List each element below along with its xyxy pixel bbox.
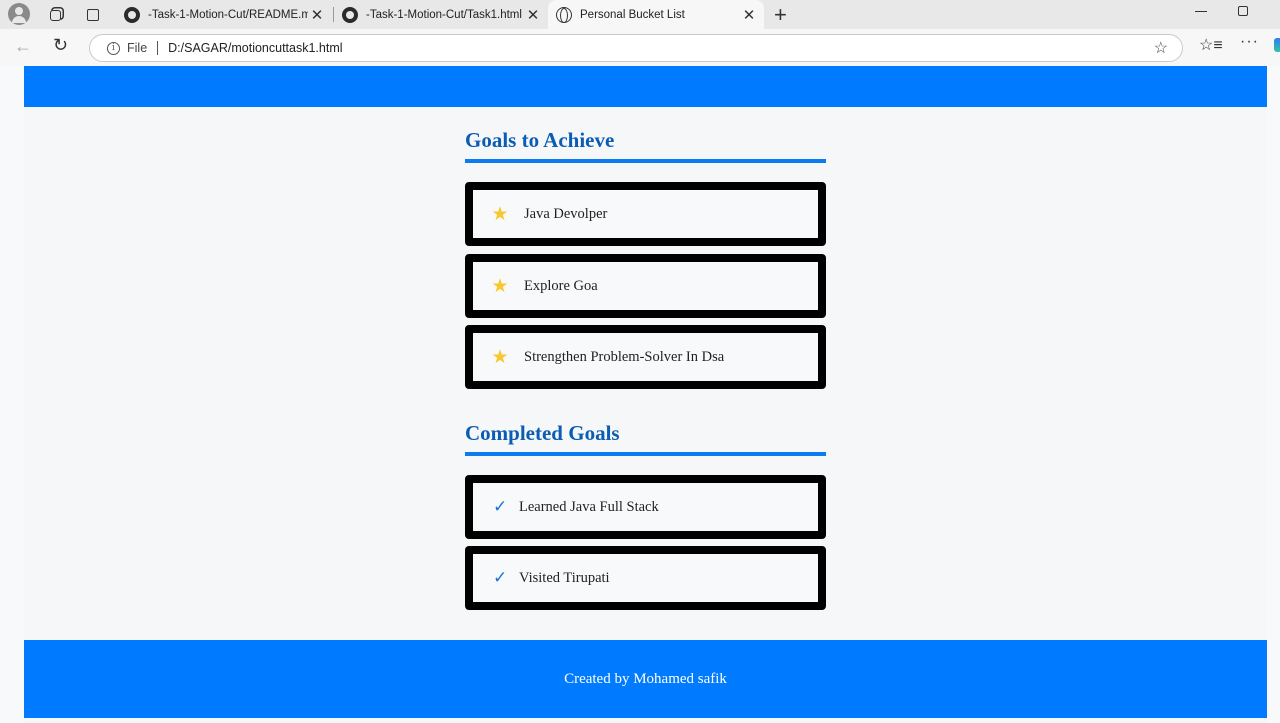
goals-section-title: Goals to Achieve (465, 128, 826, 163)
address-bar[interactable]: i File D:/SAGAR/motioncuttask1.html ☆ (89, 34, 1183, 62)
close-icon[interactable]: ✕ (524, 6, 542, 24)
star-icon: ★ (491, 203, 509, 225)
completed-goal-label: Learned Java Full Stack (519, 498, 659, 515)
scheme-label: File (127, 41, 148, 55)
url-divider (157, 41, 159, 55)
star-icon: ★ (491, 346, 509, 368)
minimize-icon[interactable] (1195, 11, 1207, 12)
more-options-icon[interactable]: ··· (1240, 33, 1259, 51)
new-tab-button[interactable]: + (774, 2, 787, 28)
goal-item[interactable]: ★ Explore Goa (465, 254, 826, 318)
tab-title: Personal Bucket List (580, 8, 685, 21)
completed-goal-item[interactable]: ✓ Visited Tirupati (465, 546, 826, 610)
check-icon: ✓ (493, 567, 508, 588)
github-icon (342, 6, 358, 23)
goal-label: Java Devolper (524, 205, 608, 222)
favorites-icon[interactable]: ☆≡ (1199, 35, 1223, 55)
goal-label: Explore Goa (524, 277, 598, 294)
workspaces-icon[interactable] (44, 4, 66, 26)
goal-label: Strengthen Problem-Solver In Dsa (524, 348, 725, 365)
check-icon: ✓ (493, 496, 508, 517)
goal-item[interactable]: ★ Java Devolper (465, 182, 826, 246)
maximize-icon[interactable] (1238, 6, 1248, 16)
page-margin (0, 66, 24, 723)
close-icon[interactable]: ✕ (308, 6, 326, 24)
completed-goal-label: Visited Tirupati (519, 569, 610, 586)
site-header (24, 66, 1267, 107)
close-icon[interactable]: ✕ (740, 6, 758, 24)
site-footer: Created by Mohamed safik (24, 640, 1267, 718)
globe-icon (556, 6, 572, 23)
browser-tab-strip: -Task-1-Motion-Cut/README.md ✕ -Task-1-M… (0, 0, 1280, 29)
back-arrow-icon[interactable]: ← (14, 36, 32, 57)
tab-task1-html[interactable]: -Task-1-Motion-Cut/Task1.html at ✕ (334, 0, 548, 29)
completed-section-title: Completed Goals (465, 421, 826, 456)
copilot-icon[interactable] (1274, 38, 1280, 52)
github-icon (124, 6, 140, 23)
url-text[interactable]: D:/SAGAR/motioncuttask1.html (168, 41, 342, 55)
tab-personal-bucket-list[interactable]: Personal Bucket List ✕ (548, 0, 764, 29)
page-viewport: Goals to Achieve ★ Java Devolper ★ Explo… (0, 66, 1280, 723)
info-icon[interactable]: i (107, 41, 120, 55)
reload-icon[interactable]: ↻ (53, 35, 68, 56)
tab-actions-icon[interactable] (82, 4, 104, 26)
completed-goal-item[interactable]: ✓ Learned Java Full Stack (465, 475, 826, 539)
footer-credit: Created by Mohamed safik (564, 670, 727, 687)
profile-icon[interactable] (8, 3, 30, 25)
favorite-star-icon[interactable]: ☆ (1154, 38, 1168, 58)
goal-item[interactable]: ★ Strengthen Problem-Solver In Dsa (465, 325, 826, 389)
tab-title: -Task-1-Motion-Cut/README.md (148, 8, 308, 21)
page-margin (1267, 66, 1280, 723)
star-icon: ★ (491, 275, 509, 297)
tab-readme[interactable]: -Task-1-Motion-Cut/README.md ✕ (116, 0, 332, 29)
tab-title: -Task-1-Motion-Cut/Task1.html at (366, 8, 524, 21)
address-toolbar: ← ↻ i File D:/SAGAR/motioncuttask1.html … (0, 29, 1280, 66)
